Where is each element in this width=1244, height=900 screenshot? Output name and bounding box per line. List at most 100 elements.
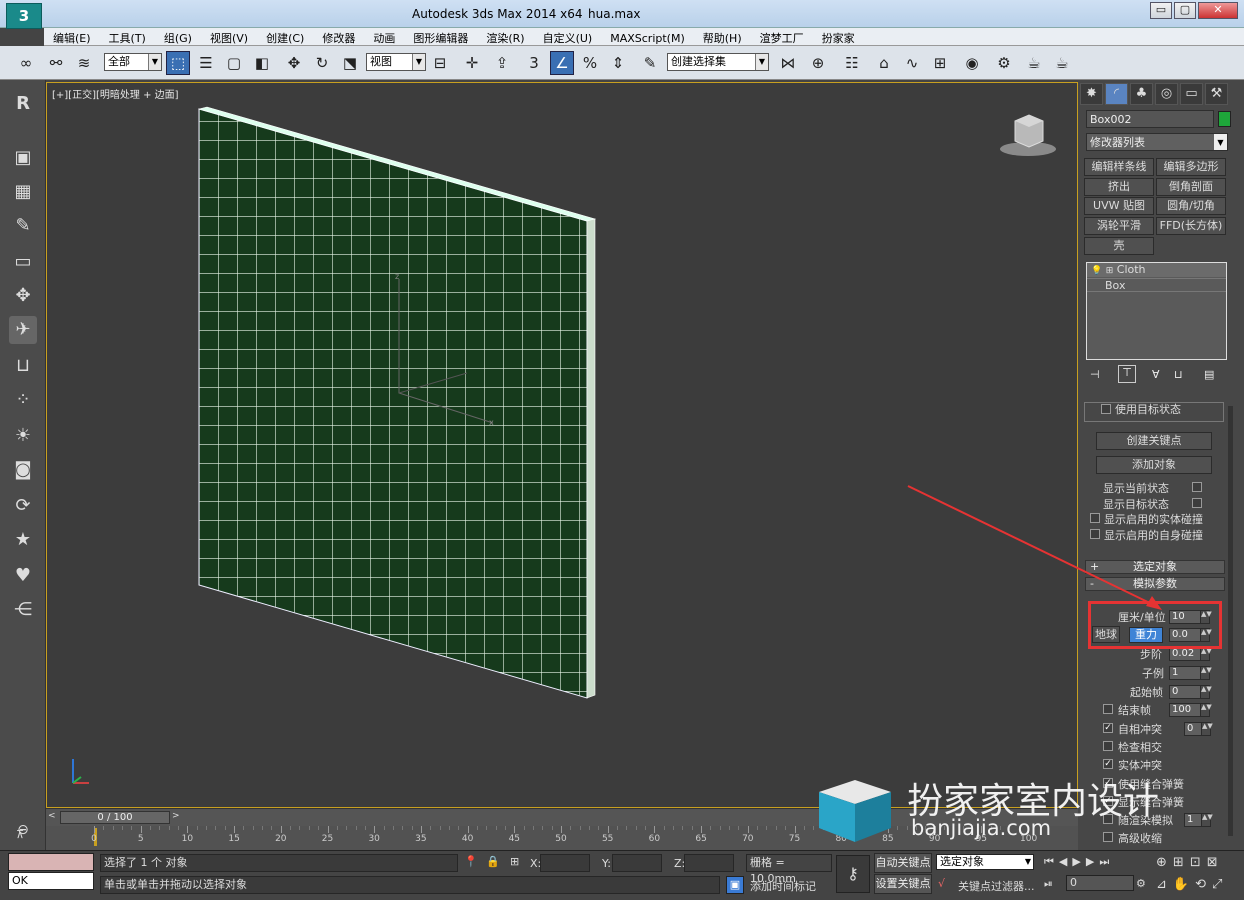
zoom-extents-icon[interactable]: ⊡ [1190,855,1207,870]
menu-customize[interactable]: 自定义(U) [534,28,602,46]
show-current-checkbox[interactable] [1192,482,1202,492]
stack-item-cloth[interactable]: 💡 ⊞ Cloth [1087,263,1226,277]
maximize-viewport-icon[interactable]: ⤢ [1212,877,1228,892]
plane-icon[interactable]: ✈ [9,316,37,344]
remove-modifier-icon[interactable]: ⊔ [1174,368,1183,381]
maxscript-listener-pink[interactable] [8,853,94,871]
show-end-result-icon[interactable]: ⊤ [1118,365,1136,383]
key-filter-curve-icon[interactable]: √ [938,877,945,890]
reference-coord-dropdown[interactable]: 视图 ▼ [366,53,426,71]
y-coord-field[interactable] [612,854,662,872]
menu-help[interactable]: 帮助(H) [694,28,751,46]
shell-button[interactable]: 壳 [1084,237,1154,255]
zoom-all-icon[interactable]: ⊞ [1173,855,1190,870]
pan-icon[interactable]: ✋ [1173,877,1195,892]
rect-selection-icon[interactable]: ▢ [222,51,246,75]
render-frame-icon[interactable]: ☕ [1022,51,1046,75]
bind-spacewarp-icon[interactable]: ≋ [72,51,96,75]
scale-icon[interactable]: ⬔ [338,51,362,75]
inbox-icon[interactable]: ⊔ [9,352,37,380]
lock-icon[interactable]: 🔒 [486,855,500,868]
move-icon[interactable]: ✥ [282,51,306,75]
edit-poly-button[interactable]: 编辑多边形 [1156,158,1226,176]
window-crossing-icon[interactable]: ◧ [250,51,274,75]
motion-tab-icon[interactable]: ◎ [1155,83,1178,105]
select-by-name-icon[interactable]: ☰ [194,51,218,75]
maxscript-output[interactable]: OK [8,872,94,890]
self-coll-checkbox[interactable]: ✓ [1103,723,1113,733]
ffd-box-button[interactable]: FFD(长方体) [1156,217,1226,235]
add-time-tag-label[interactable]: 添加时间标记 [750,878,816,894]
spinner-arrows-icon[interactable]: ▲▼ [1200,647,1212,661]
check-intersect-checkbox[interactable] [1103,741,1113,751]
camera-icon[interactable]: ◙ [9,456,37,484]
spinner-snap-icon[interactable]: ⇕ [606,51,630,75]
render-setup-icon[interactable]: ⚙ [992,51,1016,75]
maximize-button[interactable]: ▢ [1174,2,1196,19]
mirror-icon[interactable]: ⋈ [776,51,800,75]
prev-key-icon[interactable]: ◀ [1059,855,1072,868]
start-frame-spinner[interactable]: 0 ▲▼ [1169,685,1212,699]
object-color-swatch[interactable] [1218,111,1231,127]
monitor-icon[interactable]: ▭ [9,248,37,276]
menu-edit[interactable]: 编辑(E) [44,28,100,46]
z-coord-field[interactable] [684,854,734,872]
layout-icon[interactable]: ▦ [9,178,37,206]
current-frame-field[interactable]: 0 [1066,875,1134,891]
menu-rendering[interactable]: 渲染(R) [477,28,533,46]
spinner-arrows-icon[interactable]: ▲▼ [1201,722,1213,736]
bevel-profile-button[interactable]: 倒角剖面 [1156,178,1226,196]
dots-grid-icon[interactable]: ⁘ [9,386,37,414]
close-button[interactable]: ✕ [1198,2,1238,19]
schematic-view-icon[interactable]: ⊞ [928,51,952,75]
pivot-center-icon[interactable]: ⊟ [428,51,452,75]
solid-coll-checkbox[interactable]: ✓ [1103,759,1113,769]
go-end-icon[interactable]: ⏭ [1099,855,1114,868]
object-name-field[interactable]: Box002 [1086,110,1214,128]
menu-tools[interactable]: 工具(T) [100,28,155,46]
move-arrows-icon[interactable]: ✥ [9,282,37,310]
subsample-spinner[interactable]: 1 ▲▼ [1169,666,1212,680]
heart-icon[interactable]: ♥ [9,562,37,590]
time-slider-thumb[interactable]: 0 / 100 [60,811,170,824]
sync-icon[interactable]: ⟳ [9,492,37,520]
key-mode-dropdown[interactable]: 选定对象 ▼ [936,854,1034,870]
key-filters-button[interactable]: 关键点过滤器... [958,878,1035,894]
link-icon[interactable]: ∞ [14,51,38,75]
snaps-toggle-icon[interactable]: 3 [522,51,546,75]
fov-icon[interactable]: ⊿ [1156,877,1173,892]
turbosmooth-button[interactable]: 涡轮平滑 [1084,217,1154,235]
layer-manager-icon[interactable]: ☷ [840,51,864,75]
spinner-arrows-icon[interactable]: ▲▼ [1200,703,1212,717]
set-key-button[interactable]: 设置关键点 [874,874,932,894]
menu-group[interactable]: 组(G) [155,28,201,46]
modifier-list-dropdown[interactable]: 修改器列表 ▼ [1086,133,1228,151]
x-coord-field[interactable] [540,854,590,872]
auto-key-button[interactable]: 自动关键点 [874,853,932,873]
hierarchy-tab-icon[interactable]: ♣ [1130,83,1153,105]
key-icon[interactable]: ⚷ [836,855,870,893]
image-icon[interactable]: ▣ [9,144,37,172]
keyboard-shortcut-icon[interactable]: ⇪ [490,51,514,75]
create-keys-button[interactable]: 创建关键点 [1096,432,1212,450]
spinner-arrows-icon[interactable]: ▲▼ [1200,666,1212,680]
extrude-button[interactable]: 挤出 [1084,178,1154,196]
bulb-icon[interactable]: 💡 [1091,266,1102,276]
spinner-arrows-icon[interactable]: ▲▼ [1200,685,1212,699]
menu-views[interactable]: 视图(V) [201,28,257,46]
viewport-front[interactable]: [+][正交][明暗处理 + 边面] z x [46,82,1078,808]
rdp-icon[interactable]: R [9,90,37,118]
isolate-icon[interactable]: 📍 [464,855,478,868]
self-coll-spinner[interactable]: 0 ▲▼ [1184,722,1213,736]
pin-stack-icon[interactable]: ⊣ [1090,368,1100,381]
transform-mode-icon[interactable]: ⊞ [510,855,519,868]
menu-animation[interactable]: 动画 [364,28,404,46]
display-tab-icon[interactable]: ▭ [1180,83,1203,105]
next-frame-icon[interactable]: > [172,811,182,824]
mini-curve-icon[interactable]: ⊼ [6,828,34,846]
end-frame-checkbox[interactable] [1103,704,1113,714]
time-tag-icon[interactable]: ▣ [726,876,744,894]
percent-snap-icon[interactable]: % [578,51,602,75]
playback-controls[interactable]: ⏮◀▶▶⏭ [1044,855,1114,869]
edit-named-sel-icon[interactable]: ✎ [638,51,662,75]
